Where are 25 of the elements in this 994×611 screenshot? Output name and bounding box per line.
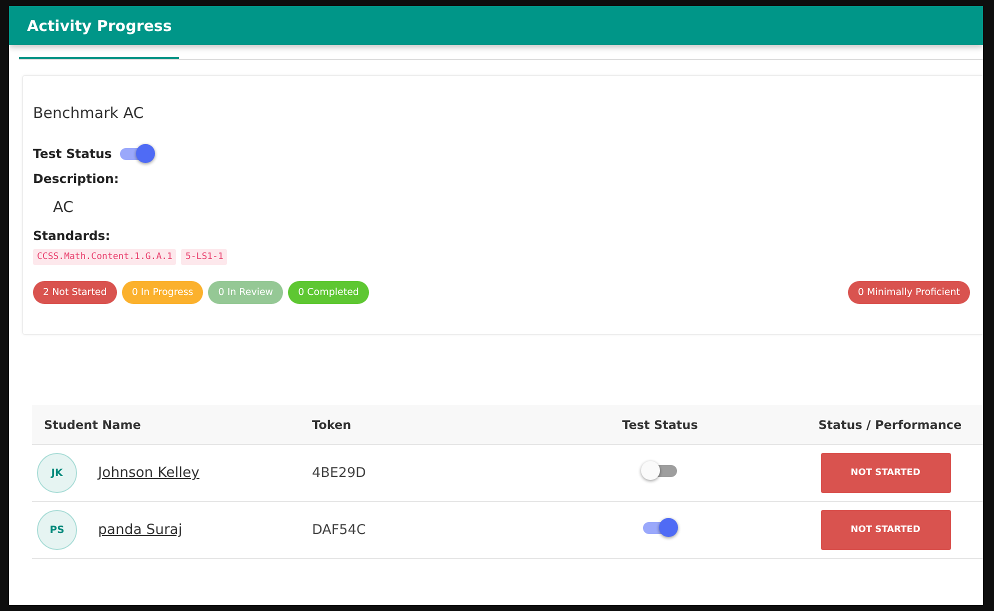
column-header: Student Name (32, 405, 300, 444)
student-name-link[interactable]: Johnson Kelley (98, 465, 200, 481)
avatar: JK (37, 453, 77, 493)
description-text: AC (53, 198, 74, 216)
column-header: Token (300, 405, 523, 444)
status-count-pill: 2 Not Started (33, 281, 117, 304)
avatar: PS (37, 510, 77, 550)
status-count-pill: 0 In Progress (122, 281, 204, 304)
status-count-pill: 0 Completed (288, 281, 369, 304)
status-label: NOT STARTED (820, 510, 950, 550)
description-label: Description: (33, 171, 120, 186)
standard-tag: CCSS.Math.Content.1.G.A.1 (33, 249, 176, 265)
column-header: Test Status (523, 405, 786, 444)
student-name-link[interactable]: panda Suraj (98, 522, 182, 538)
test-status-label: Test Status (33, 146, 112, 161)
token-cell: DAF54C (300, 502, 523, 558)
activity-name: Benchmark AC (33, 104, 145, 122)
status-count-pill: 0 In Review (208, 281, 284, 304)
page-title: Activity Progress (27, 16, 172, 34)
standards-label: Standards: (33, 228, 112, 243)
token-cell: 4BE29D (300, 444, 523, 502)
proficiency-pill: 0 Minimally Proficient (848, 281, 970, 304)
standard-tag: 5-LS1-1 (181, 249, 228, 265)
column-header: Status / Performance (786, 405, 983, 444)
status-label: NOT STARTED (820, 453, 950, 493)
